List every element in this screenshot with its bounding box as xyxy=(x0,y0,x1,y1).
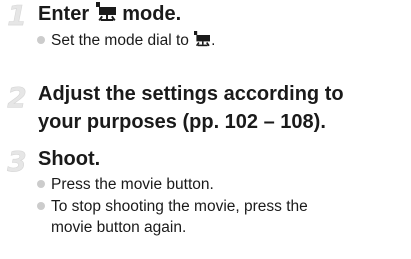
step-2-title-line-1: Adjust the settings according to xyxy=(38,83,344,105)
bullet-dot xyxy=(37,36,45,44)
step-3-bullet-2-line-2: movie button again. xyxy=(51,219,187,236)
step-number-1: 1 xyxy=(7,0,27,32)
step-1-title-prefix: Enter xyxy=(38,3,95,25)
step-1-title: Enter mode. xyxy=(38,0,403,30)
step-number-3: 3 xyxy=(7,145,27,178)
step-number-2: 2 xyxy=(7,81,27,114)
step-2-title-line-2: your purposes (pp. 102 – 108). xyxy=(38,111,326,133)
step-3-title: Shoot. xyxy=(38,148,101,170)
movie-mode-icon xyxy=(193,31,211,53)
step-1-bullet-1: Set the mode dial to . xyxy=(37,30,406,53)
step-1-bullet-1-prefix: Set the mode dial to xyxy=(51,32,194,49)
step-1-bullet-1-suffix: . xyxy=(211,32,216,49)
manual-page: { "steps": [ { "number": "1", "title_pre… xyxy=(0,0,411,259)
step-3-bullet-2-line-1: To stop shooting the movie, press the xyxy=(51,198,308,215)
step-3-bullet-2: To stop shooting the movie, press the mo… xyxy=(37,196,406,238)
movie-mode-icon xyxy=(95,2,117,30)
bullet-dot xyxy=(37,202,45,210)
step-3-bullet-1: Press the movie button. xyxy=(37,174,406,195)
step-3-bullet-1-text: Press the movie button. xyxy=(51,176,214,193)
step-2-title: Adjust the settings according to your pu… xyxy=(38,80,403,136)
step-1-title-suffix: mode. xyxy=(116,3,182,25)
bullet-dot xyxy=(37,180,45,188)
